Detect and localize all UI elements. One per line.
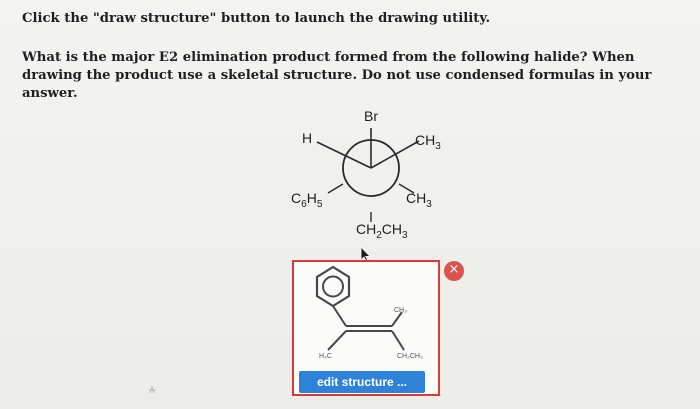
h-label: H <box>302 130 312 146</box>
close-widget-button[interactable]: × <box>444 261 464 281</box>
newman-projection: Br H CH3 C6H5 CH3 CH2CH3 <box>291 108 441 241</box>
instruction-text: Click the "draw structure" button to lau… <box>22 11 491 26</box>
ch2ch3-label: CH2CH3 <box>356 221 408 241</box>
close-icon: × <box>448 262 460 277</box>
newman-back-bonds <box>327 183 415 222</box>
structure-preview: CH₃ H₃C CH₂CH₃ <box>315 265 423 360</box>
br-label: Br <box>364 108 378 124</box>
preview-ch2ch3-label: CH₂CH₃ <box>397 353 423 360</box>
preview-h3c-label: H₃C <box>319 353 332 360</box>
c6h5-label: C6H5 <box>291 190 323 210</box>
screen-smudge-mark <box>149 385 156 394</box>
benzene-ring <box>315 265 351 308</box>
preview-ch3-label: CH₃ <box>394 307 407 314</box>
question-page: Click the "draw structure" button to lau… <box>0 0 700 409</box>
aromatic-circle <box>322 275 344 298</box>
ch3-upper-label: CH3 <box>415 132 441 152</box>
draw-structure-widget[interactable]: CH₃ H₃C CH₂CH₃ edit structure ... <box>292 260 440 396</box>
question-text: What is the major E2 elimination product… <box>22 50 652 101</box>
newman-front-bonds <box>316 128 420 169</box>
edit-structure-button[interactable]: edit structure ... <box>299 371 425 393</box>
ch3-lower-label: CH3 <box>406 190 432 210</box>
